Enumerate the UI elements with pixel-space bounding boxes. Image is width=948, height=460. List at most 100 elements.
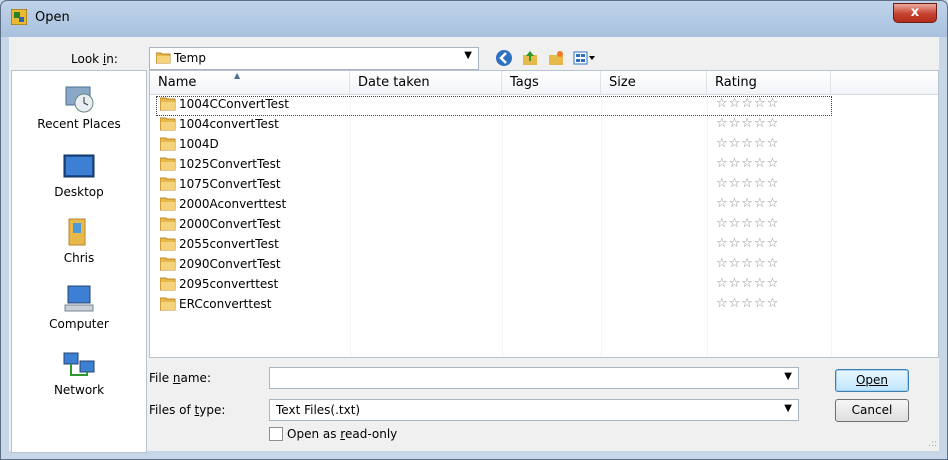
file-name-text: 2095converttest — [179, 277, 279, 291]
rating-stars[interactable]: ☆☆☆☆☆ — [716, 116, 779, 131]
back-icon[interactable] — [495, 49, 513, 67]
file-name-cell: 1004convertTest — [159, 117, 279, 131]
file-name-cell: 1004D — [159, 137, 219, 151]
title-bar[interactable]: Open x — [1, 1, 947, 37]
file-row[interactable]: 1025ConvertTest ☆☆☆☆☆ — [150, 155, 938, 175]
column-header-row: Name ▲ Date taken Tags Size Rating — [150, 71, 938, 95]
rating-stars[interactable]: ☆☆☆☆☆ — [716, 136, 779, 151]
app-icon — [11, 9, 27, 25]
file-name-cell: 2090ConvertTest — [159, 257, 281, 271]
folder-icon — [159, 277, 176, 291]
file-name-label: File name: — [149, 371, 211, 385]
file-list[interactable]: Name ▲ Date taken Tags Size Rating 1004C… — [149, 70, 939, 358]
file-name-cell: 2095converttest — [159, 277, 279, 291]
place-label: Recent Places — [37, 117, 121, 131]
column-header-size[interactable]: Size — [601, 71, 707, 94]
place-network[interactable]: Network — [12, 349, 146, 397]
file-row[interactable]: 2000Aconverttest ☆☆☆☆☆ — [150, 195, 938, 215]
column-header-tags[interactable]: Tags — [502, 71, 601, 94]
sort-ascending-icon: ▲ — [234, 71, 241, 80]
look-in-value: Temp — [174, 51, 206, 65]
places-bar: Recent Places Desktop Chris Computer Net… — [11, 70, 147, 453]
folder-icon — [159, 257, 176, 271]
look-in-combo[interactable]: Temp ▼ — [149, 47, 479, 70]
file-name-text: 2055convertTest — [179, 237, 279, 251]
computer-icon — [64, 285, 94, 312]
column-header-rating[interactable]: Rating — [707, 71, 831, 94]
read-only-checkbox[interactable] — [269, 427, 283, 441]
file-name-text: 2000ConvertTest — [179, 217, 281, 231]
file-type-select[interactable]: Text Files(.txt) ▼ — [269, 399, 799, 421]
file-row[interactable]: 1004CConvertTest ☆☆☆☆☆ — [150, 95, 938, 116]
file-name-cell: 2055convertTest — [159, 237, 279, 251]
resize-grip[interactable]: .:: — [928, 439, 937, 449]
place-label: Network — [53, 383, 105, 397]
up-folder-icon[interactable] — [521, 49, 539, 67]
chevron-down-icon[interactable]: ▼ — [784, 371, 792, 382]
read-only-label[interactable]: Open as read-only — [287, 427, 397, 441]
file-row[interactable]: 1004D ☆☆☆☆☆ — [150, 135, 938, 155]
rating-stars[interactable]: ☆☆☆☆☆ — [716, 196, 779, 211]
chevron-down-icon[interactable]: ▼ — [464, 50, 472, 61]
place-label: Desktop — [54, 185, 104, 199]
file-row[interactable]: 2095converttest ☆☆☆☆☆ — [150, 275, 938, 295]
rating-stars[interactable]: ☆☆☆☆☆ — [716, 216, 779, 231]
file-name-input[interactable]: ▼ — [269, 367, 799, 389]
cancel-button[interactable]: Cancel — [835, 399, 909, 422]
file-name-text: 1004CConvertTest — [179, 97, 289, 111]
close-button[interactable]: x — [893, 3, 937, 23]
folder-icon — [159, 117, 176, 131]
folder-icon — [159, 197, 176, 211]
place-desktop[interactable]: Desktop — [12, 151, 146, 199]
desktop-icon — [63, 154, 95, 178]
file-type-label: Files of type: — [149, 403, 226, 417]
place-recent-places[interactable]: Recent Places — [12, 83, 146, 131]
rating-stars[interactable]: ☆☆☆☆☆ — [716, 256, 779, 271]
file-name-text: 1004D — [179, 137, 219, 151]
user-folder-icon — [68, 218, 86, 246]
file-name-cell: 1004CConvertTest — [159, 97, 289, 111]
file-name-text: 1025ConvertTest — [179, 157, 281, 171]
views-menu-icon[interactable] — [573, 49, 597, 67]
file-type-value: Text Files(.txt) — [276, 403, 361, 417]
place-computer[interactable]: Computer — [12, 283, 146, 331]
file-row[interactable]: 2000ConvertTest ☆☆☆☆☆ — [150, 215, 938, 235]
file-row[interactable]: ERCconverttest ☆☆☆☆☆ — [150, 295, 938, 315]
place-label: Chris — [63, 251, 95, 265]
rating-stars[interactable]: ☆☆☆☆☆ — [716, 276, 779, 291]
column-header-date-taken[interactable]: Date taken — [350, 71, 502, 94]
rating-stars[interactable]: ☆☆☆☆☆ — [716, 296, 779, 311]
folder-icon — [159, 297, 176, 311]
file-name-text: 1075ConvertTest — [179, 177, 281, 191]
place-label: Computer — [49, 317, 109, 331]
file-row[interactable]: 2055convertTest ☆☆☆☆☆ — [150, 235, 938, 255]
file-name-cell: 1025ConvertTest — [159, 157, 281, 171]
chevron-down-icon[interactable]: ▼ — [784, 403, 792, 414]
folder-icon — [159, 97, 176, 111]
folder-icon — [159, 217, 176, 231]
open-dialog: Open x Look in: Temp ▼ Recent Places Des… — [0, 0, 948, 460]
file-name-cell: ERCconverttest — [159, 297, 272, 311]
file-name-text: ERCconverttest — [179, 297, 272, 311]
folder-icon — [156, 52, 171, 64]
file-row[interactable]: 2090ConvertTest ☆☆☆☆☆ — [150, 255, 938, 275]
file-name-text: 1004convertTest — [179, 117, 279, 131]
rating-stars[interactable]: ☆☆☆☆☆ — [716, 176, 779, 191]
file-row[interactable]: 1075ConvertTest ☆☆☆☆☆ — [150, 175, 938, 195]
rating-stars[interactable]: ☆☆☆☆☆ — [716, 156, 779, 171]
column-header-name[interactable]: Name ▲ — [150, 71, 350, 94]
open-button[interactable]: Open — [835, 369, 909, 392]
dialog-client: Look in: Temp ▼ Recent Places Desktop Ch… — [9, 37, 939, 453]
file-row[interactable]: 1004convertTest ☆☆☆☆☆ — [150, 115, 938, 135]
file-name-cell: 2000Aconverttest — [159, 197, 287, 211]
folder-icon — [159, 237, 176, 251]
file-name-text: 2090ConvertTest — [179, 257, 281, 271]
network-icon — [63, 352, 95, 376]
folder-icon — [159, 157, 176, 171]
rating-stars[interactable]: ☆☆☆☆☆ — [716, 236, 779, 251]
new-folder-icon[interactable] — [547, 49, 565, 67]
place-chris[interactable]: Chris — [12, 217, 146, 265]
column-name-label: Name — [158, 75, 197, 90]
file-name-text: 2000Aconverttest — [179, 197, 287, 211]
rating-stars[interactable]: ☆☆☆☆☆ — [716, 96, 779, 111]
